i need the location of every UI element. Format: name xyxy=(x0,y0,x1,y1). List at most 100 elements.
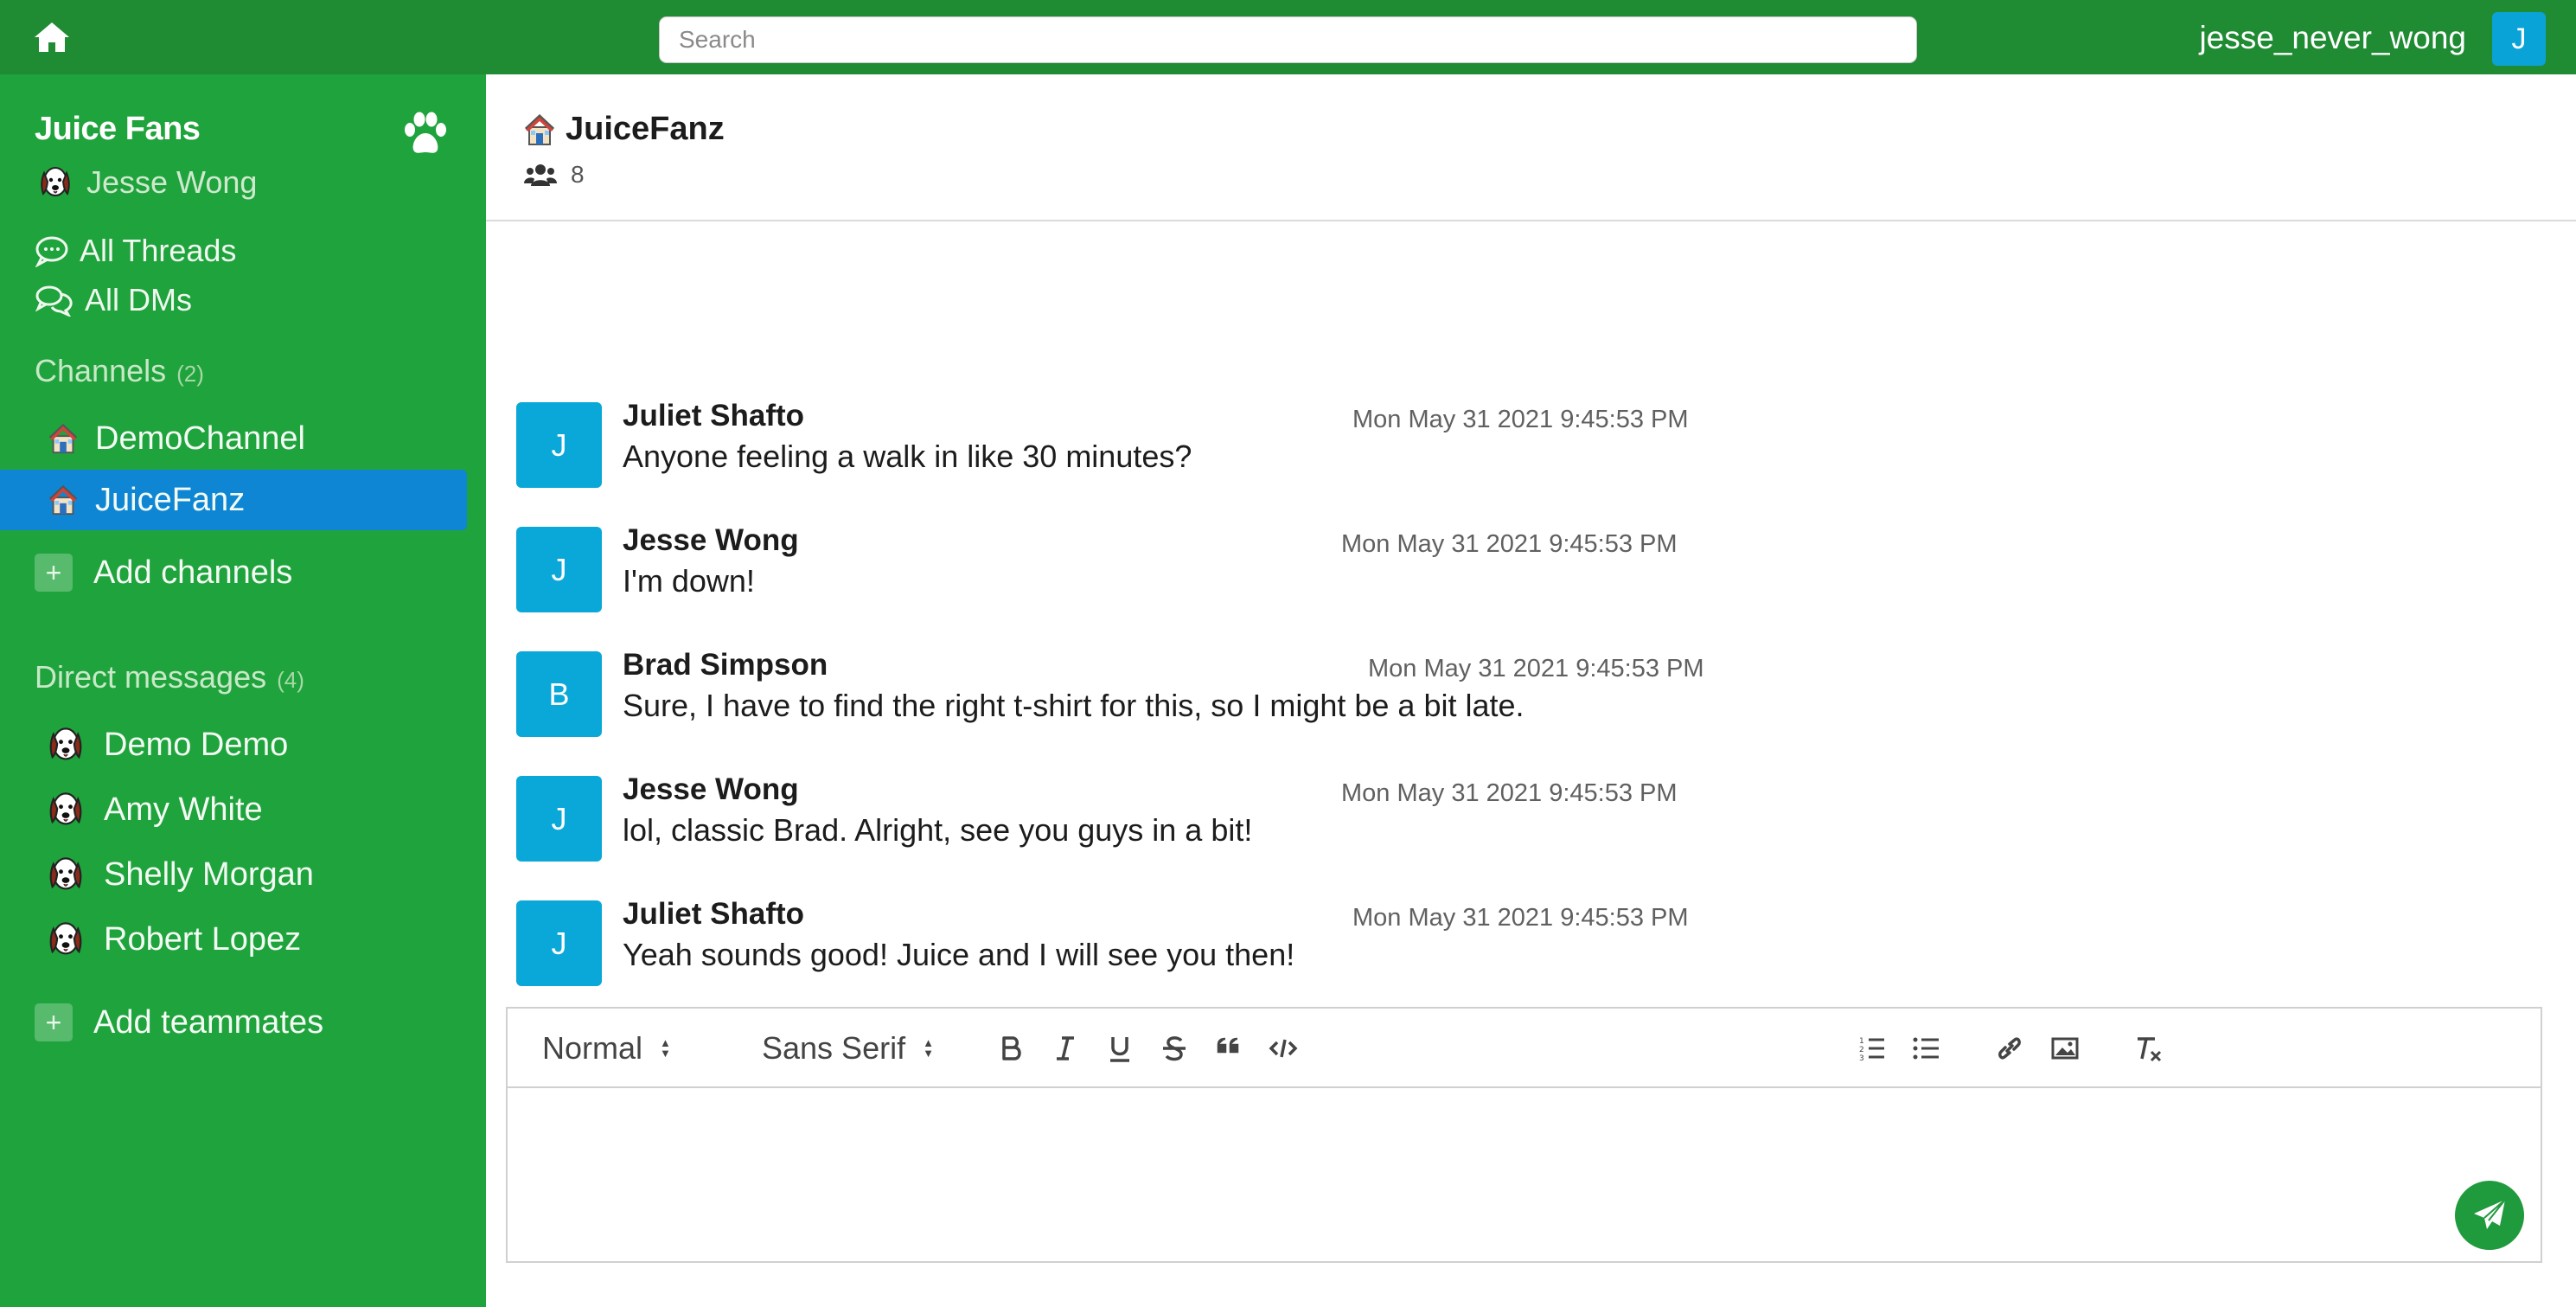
current-user-name: Jesse Wong xyxy=(86,164,258,200)
message-text: Yeah sounds good! Juice and I will see y… xyxy=(623,937,1295,972)
message-timestamp: Mon May 31 2021 9:45:53 PM xyxy=(1368,655,1704,682)
message-timestamp: Mon May 31 2021 9:45:53 PM xyxy=(1341,779,1678,807)
message-author[interactable]: Juliet Shafto xyxy=(623,897,804,932)
workspace-name[interactable]: Juice Fans xyxy=(35,111,201,148)
username-label[interactable]: jesse_never_wong xyxy=(2199,19,2466,57)
bullet-list-icon[interactable] xyxy=(1908,1031,1946,1066)
message-timestamp: Mon May 31 2021 9:45:53 PM xyxy=(1352,406,1689,433)
speech-bubble-icon xyxy=(35,236,68,267)
channel-title-text: JuiceFanz xyxy=(566,111,725,147)
message-text: Anyone feeling a walk in like 30 minutes… xyxy=(623,439,1192,474)
font-picker[interactable]: Sans Serif ▲ ▼ xyxy=(762,1029,934,1067)
message: J Jesse Wong Mon May 31 2021 9:45:53 PM … xyxy=(516,772,2540,862)
nav-all-dms-label: All DMs xyxy=(85,282,192,317)
dog-avatar-icon xyxy=(47,790,85,830)
up-down-arrows-icon: ▲ ▼ xyxy=(660,1036,671,1060)
message-text: Sure, I have to find the right t-shirt f… xyxy=(623,688,1525,723)
message: J Juliet Shafto Mon May 31 2021 9:45:53 … xyxy=(516,897,2540,987)
users-icon xyxy=(524,164,557,186)
avatar[interactable]: J xyxy=(516,527,602,612)
house-icon xyxy=(522,112,557,148)
dm-heading[interactable]: Direct messages (4) xyxy=(35,659,304,695)
sidebar-dm-robert-lopez[interactable]: Robert Lopez xyxy=(47,915,301,964)
font-picker-label: Sans Serif xyxy=(762,1030,906,1066)
nav-all-threads[interactable]: All Threads xyxy=(35,230,236,272)
add-teammates-button[interactable]: + Add teammates xyxy=(35,1001,323,1044)
dm-heading-label: Direct messages xyxy=(35,659,267,695)
bold-icon[interactable] xyxy=(992,1031,1030,1066)
message-timestamp: Mon May 31 2021 9:45:53 PM xyxy=(1352,904,1689,932)
svg-text:2: 2 xyxy=(1859,1046,1864,1054)
chat-bubbles-icon xyxy=(35,285,73,317)
dm-count: (4) xyxy=(277,667,304,693)
dog-avatar-icon xyxy=(47,725,85,765)
avatar[interactable]: J xyxy=(516,402,602,488)
add-channels-button[interactable]: + Add channels xyxy=(35,551,292,594)
avatar[interactable]: J xyxy=(516,900,602,986)
dog-avatar-icon xyxy=(38,164,73,201)
current-user[interactable]: Jesse Wong xyxy=(38,163,257,202)
sidebar-channel-demochannel[interactable]: DemoChannel xyxy=(0,408,467,469)
search-input[interactable] xyxy=(659,16,1917,63)
code-block-icon[interactable] xyxy=(1264,1031,1302,1066)
message-author[interactable]: Jesse Wong xyxy=(623,523,799,558)
channel-name: DemoChannel xyxy=(95,420,305,457)
message: J Jesse Wong Mon May 31 2021 9:45:53 PM … xyxy=(516,523,2540,613)
plus-icon: + xyxy=(35,1003,73,1041)
house-icon xyxy=(47,483,80,517)
editor-toolbar: Normal ▲ ▼ Sans Serif ▲ ▼ 123 xyxy=(508,1009,2541,1088)
dm-name: Amy White xyxy=(104,791,263,828)
sidebar-dm-amy-white[interactable]: Amy White xyxy=(47,785,263,834)
add-teammates-label: Add teammates xyxy=(93,1003,324,1041)
blockquote-icon[interactable] xyxy=(1210,1031,1248,1066)
message-author[interactable]: Brad Simpson xyxy=(623,648,828,682)
avatar[interactable]: J xyxy=(516,776,602,862)
paper-plane-icon xyxy=(2474,1199,2506,1229)
dog-avatar-icon xyxy=(47,855,85,894)
message-author[interactable]: Jesse Wong xyxy=(623,772,799,807)
home-icon[interactable] xyxy=(33,20,71,54)
sidebar-channel-juicefanz[interactable]: JuiceFanz xyxy=(0,470,467,530)
channel-title: JuiceFanz xyxy=(522,111,725,148)
channels-heading-label: Channels xyxy=(35,353,167,388)
svg-text:3: 3 xyxy=(1859,1054,1864,1063)
message-text: lol, classic Brad. Alright, see you guys… xyxy=(623,812,1253,848)
dm-name: Demo Demo xyxy=(104,726,289,763)
avatar[interactable]: B xyxy=(516,651,602,737)
image-icon[interactable] xyxy=(2046,1031,2084,1066)
svg-text:1: 1 xyxy=(1859,1037,1864,1046)
message-compose-input[interactable] xyxy=(508,1090,2541,1261)
strike-icon[interactable] xyxy=(1155,1031,1193,1066)
house-icon xyxy=(47,421,80,456)
underline-icon[interactable] xyxy=(1101,1031,1139,1066)
plus-icon: + xyxy=(35,554,73,592)
italic-icon[interactable] xyxy=(1046,1031,1084,1066)
dm-name: Robert Lopez xyxy=(104,920,302,958)
link-icon[interactable] xyxy=(1991,1031,2029,1066)
send-button[interactable] xyxy=(2455,1181,2524,1250)
heading-picker[interactable]: Normal ▲ ▼ xyxy=(542,1029,671,1067)
nav-all-dms[interactable]: All DMs xyxy=(35,279,192,321)
message-timestamp: Mon May 31 2021 9:45:53 PM xyxy=(1341,530,1678,558)
channels-count: (2) xyxy=(176,361,204,387)
add-channels-label: Add channels xyxy=(93,554,293,591)
ordered-list-icon[interactable]: 123 xyxy=(1853,1031,1891,1066)
dog-avatar-icon xyxy=(47,919,85,959)
message: J Juliet Shafto Mon May 31 2021 9:45:53 … xyxy=(516,399,2540,489)
message-author[interactable]: Juliet Shafto xyxy=(623,399,804,433)
user-avatar[interactable]: J xyxy=(2492,12,2546,66)
message-editor: Normal ▲ ▼ Sans Serif ▲ ▼ 123 xyxy=(506,1007,2542,1263)
message: B Brad Simpson Mon May 31 2021 9:45:53 P… xyxy=(516,648,2540,738)
top-bar: jesse_never_wong J xyxy=(0,0,2576,74)
sidebar: Juice Fans Jesse Wong All Threads All DM… xyxy=(0,74,486,1307)
paw-icon[interactable] xyxy=(400,109,451,157)
sidebar-dm-shelly-morgan[interactable]: Shelly Morgan xyxy=(47,850,314,899)
clear-format-icon[interactable] xyxy=(2129,1031,2167,1066)
sidebar-dm-demo-demo[interactable]: Demo Demo xyxy=(47,721,288,769)
member-count-button[interactable]: 8 xyxy=(524,161,585,189)
up-down-arrows-icon: ▲ ▼ xyxy=(923,1036,934,1060)
channels-heading[interactable]: Channels (2) xyxy=(35,353,204,389)
message-text: I'm down! xyxy=(623,563,755,599)
member-count: 8 xyxy=(571,161,585,188)
heading-picker-label: Normal xyxy=(542,1030,643,1066)
